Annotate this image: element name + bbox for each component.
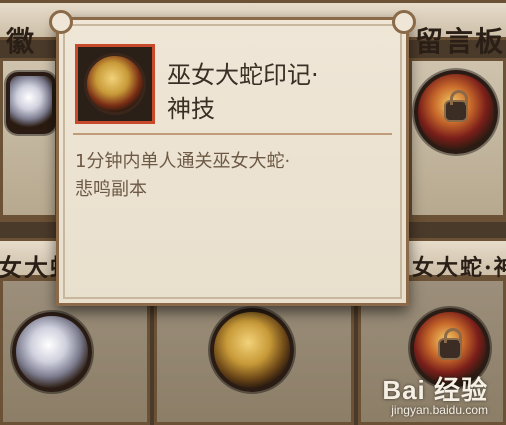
tooltip-divider — [73, 133, 392, 135]
silver-snake-medal[interactable] — [6, 72, 56, 134]
snake-emblem-icon — [84, 53, 146, 115]
gold-snake-medal[interactable] — [210, 308, 294, 392]
medal-tooltip: 巫女大蛇印记· 神技 1分钟内单人通关巫女大蛇· 悲鸣副本 — [49, 10, 416, 306]
watermark-url: jingyan.baidu.com — [391, 403, 488, 417]
lock-icon-bottom — [438, 328, 462, 360]
silver-snake-medal-bottom[interactable] — [12, 312, 92, 392]
tooltip-corner-ornament — [392, 10, 416, 34]
banner-badge-text: 徽 — [6, 25, 37, 58]
tooltip-corner-ornament — [49, 10, 73, 34]
lock-icon — [444, 90, 468, 122]
watermark: Bai 经验 jingyan.baidu.com — [382, 370, 488, 417]
watermark-brand: Bai 经验 — [382, 375, 488, 405]
banner-message-board-text: 留言板 — [415, 25, 506, 58]
tooltip-description: 1分钟内单人通关巫女大蛇· 悲鸣副本 — [75, 151, 291, 200]
tooltip-title: 巫女大蛇印记· 神技 — [167, 61, 319, 123]
snake-seal-icon — [75, 44, 155, 124]
